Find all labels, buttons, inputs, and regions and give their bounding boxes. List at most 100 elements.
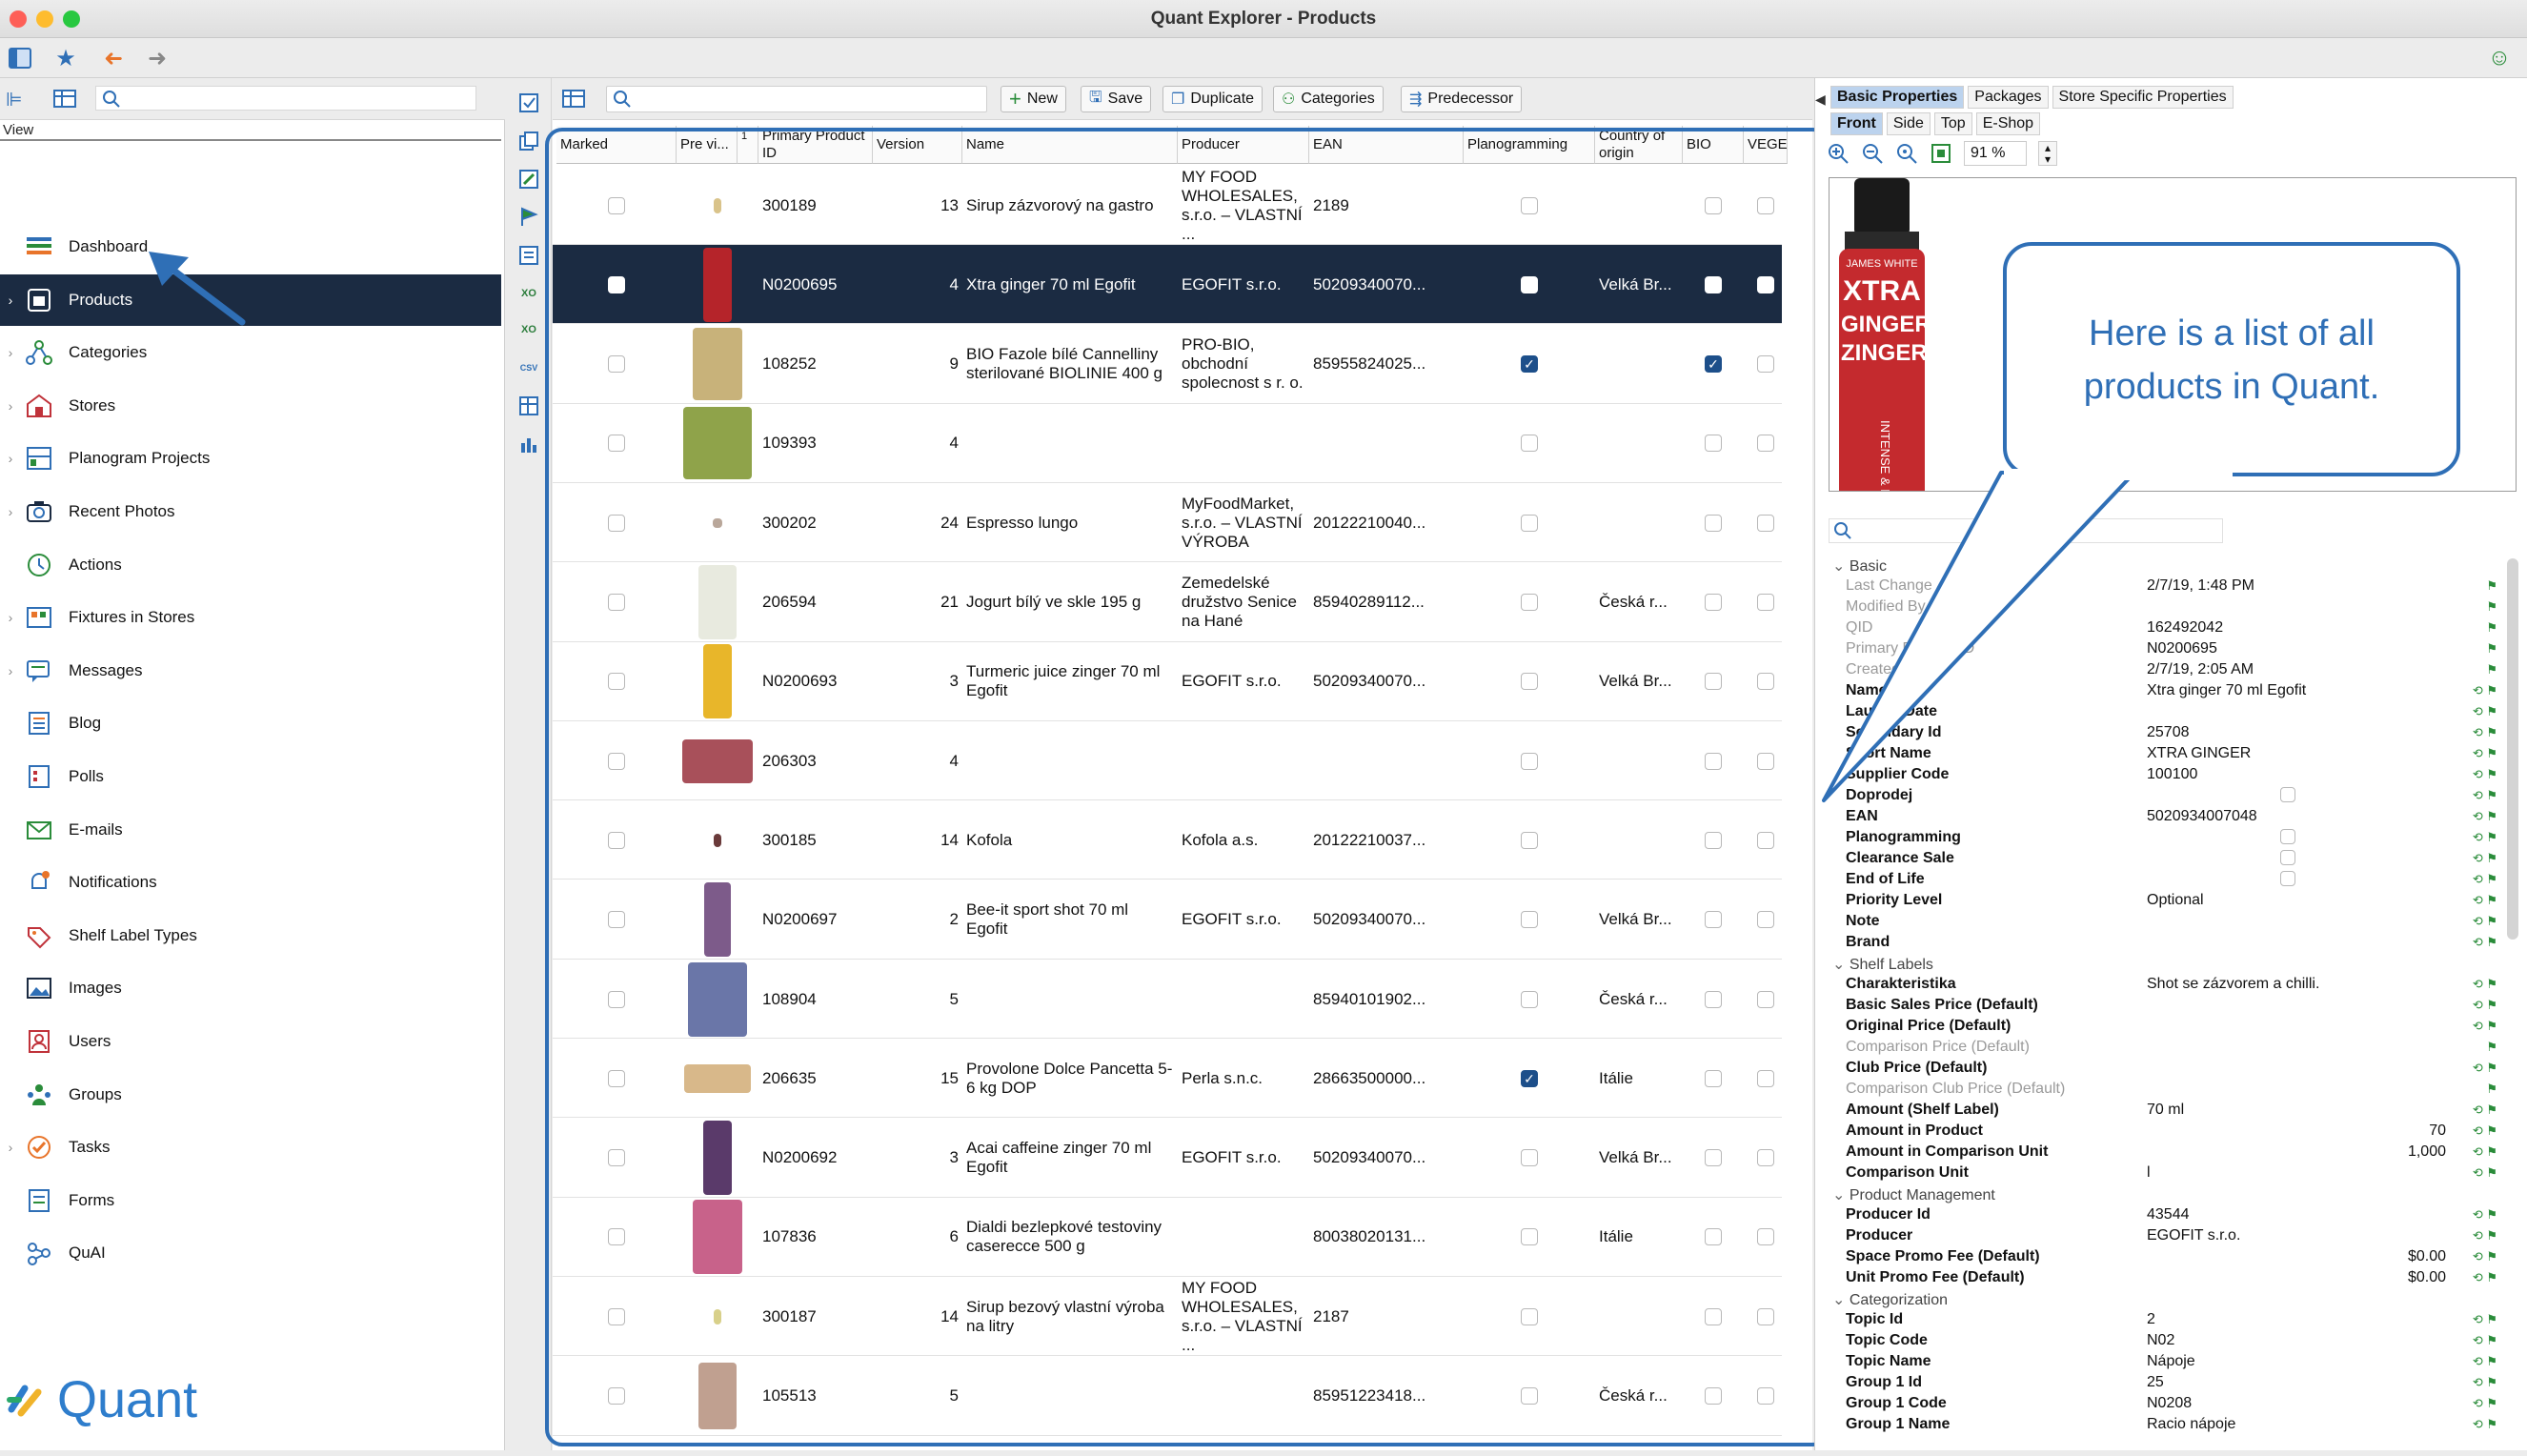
property-edit-icon[interactable]: ⚑ (2486, 599, 2497, 615)
table-row[interactable]: N0200697 2 Bee-it sport shot 70 ml Egofit E… (553, 880, 1782, 960)
sidebar-item-recent-photos[interactable]: › Recent Photos (0, 486, 501, 537)
planogramming-checkbox[interactable] (1521, 594, 1538, 611)
property-edit-icon[interactable]: ⚑ (2486, 1040, 2497, 1055)
marked-checkbox[interactable] (608, 673, 625, 691)
vege-checkbox[interactable] (1757, 514, 1774, 532)
zoom-out-icon[interactable] (1861, 142, 1884, 165)
table-row[interactable]: N0200692 3 Acai caffeine zinger 70 ml Egof… (553, 1118, 1782, 1198)
property-value[interactable]: $0.00 (2408, 1269, 2446, 1286)
property-section[interactable]: Product Management (1829, 1183, 2507, 1204)
property-value[interactable]: $0.00 (2408, 1248, 2446, 1265)
bio-checkbox[interactable] (1705, 275, 1722, 293)
bio-checkbox[interactable] (1705, 990, 1722, 1008)
vege-checkbox[interactable] (1757, 355, 1774, 374)
bio-checkbox[interactable] (1705, 435, 1722, 453)
property-edit-icon[interactable]: ⟲ ⚑ (2473, 1165, 2497, 1181)
sidebar-item-categories[interactable]: › Categories (0, 327, 501, 378)
tab-front[interactable]: Front (1830, 112, 1883, 135)
property-edit-icon[interactable]: ⚑ (2486, 641, 2497, 657)
property-edit-icon[interactable]: ⟲ ⚑ (2473, 1249, 2497, 1264)
table-row[interactable]: 108904 5 85940101902... Česká r... (553, 960, 1782, 1039)
table-row[interactable]: 300185 14 Kofola Kofola a.s. 20122210037... (553, 800, 1782, 880)
planogramming-checkbox[interactable] (1521, 514, 1538, 532)
sidebar-item-tasks[interactable]: › Tasks (0, 1122, 501, 1173)
back-arrow-icon[interactable]: ➜ (99, 44, 128, 72)
property-edit-icon[interactable]: ⟲ ⚑ (2473, 1123, 2497, 1139)
table-row[interactable]: 300187 14 Sirup bezový vlastní výroba na l… (553, 1277, 1782, 1357)
table-settings-icon[interactable] (562, 88, 587, 111)
table-row[interactable]: 206635 15 Provolone Dolce Pancetta 5-6 kg … (553, 1039, 1782, 1119)
property-edit-icon[interactable]: ⟲ ⚑ (2473, 977, 2497, 992)
table-view-icon[interactable] (53, 88, 78, 111)
sidebar-item-shelf-label-types[interactable]: Shelf Label Types (0, 910, 501, 961)
planogramming-checkbox[interactable] (1521, 673, 1538, 691)
chevron-right-icon[interactable]: › (0, 451, 21, 466)
vege-checkbox[interactable] (1757, 752, 1774, 770)
property-edit-icon[interactable]: ⚑ (2486, 578, 2497, 594)
table-row[interactable]: 105513 5 85951223418... Česká r... (553, 1356, 1782, 1436)
property-edit-icon[interactable]: ⟲ ⚑ (2473, 1270, 2497, 1285)
vege-checkbox[interactable] (1757, 594, 1774, 611)
property-checkbox[interactable] (2280, 871, 2295, 886)
property-value[interactable]: l (2147, 1164, 2151, 1182)
property-edit-icon[interactable]: ⟲ ⚑ (2473, 1396, 2497, 1411)
flag-tool-icon[interactable] (515, 204, 543, 231)
marked-checkbox[interactable] (608, 1149, 625, 1167)
csv-export-icon[interactable]: CSV (515, 354, 543, 381)
sidebar-item-messages[interactable]: › Messages (0, 645, 501, 697)
fit-to-screen-icon[interactable] (1930, 142, 1952, 165)
chevron-right-icon[interactable]: › (0, 398, 21, 414)
column-header-name[interactable]: Name (962, 126, 1178, 164)
property-value[interactable]: N02 (2147, 1332, 2174, 1349)
column-header-preview[interactable]: Pre vi... (677, 126, 738, 164)
property-edit-icon[interactable]: ⟲ ⚑ (2473, 1417, 2497, 1432)
bio-checkbox[interactable]: ✓ (1705, 355, 1722, 374)
tab-basic-properties[interactable]: Basic Properties (1830, 86, 1965, 109)
bio-checkbox[interactable] (1705, 594, 1722, 611)
marked-checkbox[interactable] (608, 1069, 625, 1087)
vege-checkbox[interactable] (1757, 911, 1774, 929)
column-header-producer[interactable]: Producer (1178, 126, 1309, 164)
property-edit-icon[interactable]: ⟲ ⚑ (2473, 1207, 2497, 1223)
vege-checkbox[interactable] (1757, 1149, 1774, 1167)
table-row[interactable]: 108252 9 BIO Fazole bílé Cannelliny steril… (553, 324, 1782, 404)
property-edit-icon[interactable]: ⟲ ⚑ (2473, 767, 2497, 782)
marked-checkbox[interactable] (608, 831, 625, 849)
property-edit-icon[interactable]: ⟲ ⚑ (2473, 851, 2497, 866)
column-header-pid[interactable]: Primary Product ID (758, 126, 873, 164)
zoom-level-field[interactable]: 91 % (1964, 141, 2027, 166)
property-value[interactable]: Nápoje (2147, 1353, 2195, 1370)
property-edit-icon[interactable]: ⟲ ⚑ (2473, 1144, 2497, 1160)
table-row[interactable]: 300189 13 Sirup zázvorový na gastro MY FOOD… (553, 166, 1782, 245)
vege-checkbox[interactable] (1757, 275, 1774, 293)
chart-tool-icon[interactable] (515, 431, 543, 457)
sidebar-item-stores[interactable]: › Stores (0, 380, 501, 432)
marked-checkbox[interactable] (608, 355, 625, 374)
property-value[interactable]: EGOFIT s.r.o. (2147, 1227, 2240, 1244)
property-edit-icon[interactable]: ⟲ ⚑ (2473, 809, 2497, 824)
excel-import-icon[interactable]: XO (515, 316, 543, 343)
column-header-ean[interactable]: EAN (1309, 126, 1464, 164)
property-value[interactable]: 43544 (2147, 1206, 2190, 1223)
planogramming-checkbox[interactable] (1521, 1228, 1538, 1246)
planogramming-checkbox[interactable]: ✓ (1521, 1069, 1538, 1087)
zoom-stepper[interactable]: ▴ ▾ (2038, 141, 2057, 166)
planogramming-checkbox[interactable] (1521, 990, 1538, 1008)
new-button[interactable]: + New (1001, 86, 1066, 112)
table-row[interactable]: 206303 4 (553, 721, 1782, 801)
tab-e-shop[interactable]: E-Shop (1975, 112, 2041, 135)
planogramming-checkbox[interactable] (1521, 435, 1538, 453)
sidebar-item-images[interactable]: Images (0, 962, 501, 1014)
planogramming-checkbox[interactable] (1521, 1307, 1538, 1325)
vege-checkbox[interactable] (1757, 1387, 1774, 1405)
vege-checkbox[interactable] (1757, 1307, 1774, 1325)
column-header-planogramming[interactable]: Planogramming (1464, 126, 1595, 164)
vege-checkbox[interactable] (1757, 196, 1774, 214)
property-value[interactable]: Shot se zázvorem a chilli. (2147, 976, 2319, 993)
column-header-marked[interactable]: Marked (556, 126, 677, 164)
marked-checkbox[interactable] (608, 435, 625, 453)
forward-arrow-icon[interactable]: ➜ (143, 44, 172, 72)
bio-checkbox[interactable] (1705, 514, 1722, 532)
property-value[interactable]: 2 (2147, 1311, 2155, 1328)
bio-checkbox[interactable] (1705, 196, 1722, 214)
